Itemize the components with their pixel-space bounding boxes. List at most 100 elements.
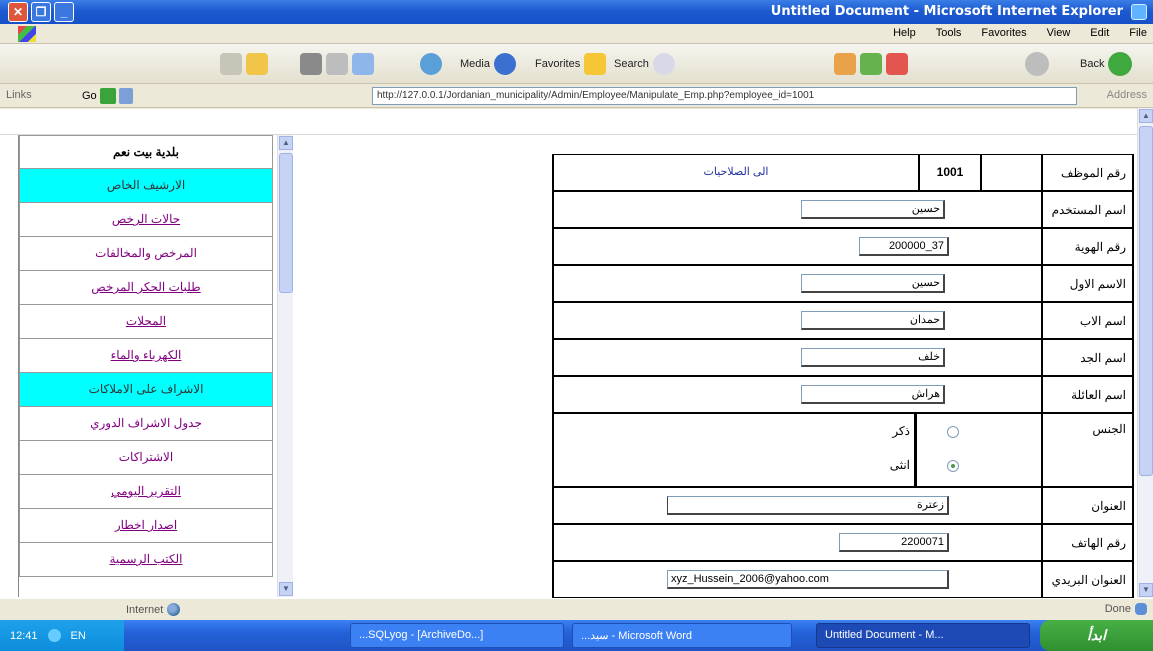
mail-icon[interactable] <box>352 53 374 75</box>
taskbar-button-word[interactable]: ...سيد - Microsoft Word <box>572 623 792 648</box>
row-employee-id: رقم الموظف الى الصلاحيات 1001 <box>552 154 1134 191</box>
media-label[interactable]: Media <box>460 58 490 70</box>
sidebar-scrollbar[interactable]: ▲ ▼ <box>277 135 293 597</box>
family-name-field[interactable]: هراش <box>801 385 945 404</box>
scroll-down-icon[interactable]: ▼ <box>1139 583 1153 597</box>
print-icon[interactable] <box>326 53 348 75</box>
go-label: Go <box>82 90 97 102</box>
address-bar: Links Go http://127.0.0.1/Jordanian_muni… <box>0 84 1153 108</box>
search-icon[interactable] <box>652 53 675 75</box>
scroll-up-icon[interactable]: ▲ <box>279 136 293 150</box>
username-field[interactable]: حسين <box>801 200 945 219</box>
messenger-icon[interactable] <box>220 53 242 75</box>
first-name-field[interactable]: حسين <box>801 274 945 293</box>
sidebar-item-daily-report[interactable]: التقرير اليومي <box>19 475 273 509</box>
email-field[interactable]: xyz_Hussein_2006@yahoo.com <box>667 570 949 589</box>
menu-edit[interactable]: Edit <box>1090 27 1109 39</box>
sidebar-item-license-cases[interactable]: حالات الرخص <box>19 203 273 237</box>
scroll-up-icon[interactable]: ▲ <box>1139 109 1153 123</box>
first-name-label: الاسم الاول <box>1042 265 1134 302</box>
sidebar-section-archive: الارشيف الخاص <box>19 169 273 203</box>
search-label[interactable]: Search <box>614 58 649 70</box>
permissions-link[interactable]: الى الصلاحيات <box>554 155 920 190</box>
sidebar-item-electricity-water[interactable]: الكهرباء والماء <box>19 339 273 373</box>
row-gender: الجنس ذكر انثى <box>552 413 1134 487</box>
ie-window: ✕ ❐ _ Untitled Document - Microsoft Inte… <box>0 0 1153 651</box>
favorites-label[interactable]: Favorites <box>535 58 580 70</box>
scroll-down-icon[interactable]: ▼ <box>279 582 293 596</box>
sidebar-item-issue-notice[interactable]: اصدار اخطار <box>19 509 273 543</box>
page-content: بلدية بيت نعم الارشيف الخاص حالات الرخص … <box>0 109 1153 619</box>
home-icon[interactable] <box>834 53 856 75</box>
menu-file[interactable]: File <box>1129 27 1147 39</box>
sidebar-item-periodic-schedule[interactable]: جدول الاشراف الدوري <box>19 407 273 441</box>
edit-icon[interactable] <box>300 53 322 75</box>
menu-tools[interactable]: Tools <box>936 27 962 39</box>
row-father-name: اسم الاب حمدان <box>552 302 1134 339</box>
phone-field[interactable]: 2200071 <box>839 533 949 552</box>
menu-favorites[interactable]: Favorites <box>981 27 1026 39</box>
page-scrollbar[interactable]: ▲ ▼ <box>1137 108 1153 598</box>
clock[interactable]: 12:41 <box>10 630 38 642</box>
row-grandfather-name: اسم الجد خلف <box>552 339 1134 376</box>
taskbar: 12:41 EN ...SQLyog - [ArchiveDo...] ...س… <box>0 620 1153 651</box>
row-address: العنوان زعترة <box>552 487 1134 524</box>
sidebar-nav: بلدية بيت نعم الارشيف الخاص حالات الرخص … <box>18 135 273 597</box>
media-icon[interactable] <box>493 53 516 75</box>
gender-female-radio[interactable] <box>947 460 959 472</box>
sidebar-section-supervision: الاشراف على الاملاكات <box>19 373 273 407</box>
address-field-label: العنوان <box>1042 487 1134 524</box>
sidebar-item-subscriptions[interactable]: الاشتراكات <box>19 441 273 475</box>
chevron-down-icon[interactable] <box>118 88 133 104</box>
row-id-number: رقم الهوية 200000_37 <box>552 228 1134 265</box>
minimize-button[interactable]: _ <box>54 2 74 22</box>
history-icon[interactable] <box>420 53 442 75</box>
email-label: العنوان البريدي <box>1042 561 1134 598</box>
gender-female-label: انثى <box>889 458 910 472</box>
row-phone: رقم الهاتف 2200071 <box>552 524 1134 561</box>
start-button[interactable]: ابدأ <box>1040 620 1153 651</box>
menu-help[interactable]: Help <box>893 27 916 39</box>
taskbar-button-sqlyog[interactable]: ...SQLyog - [ArchiveDo...] <box>350 623 564 648</box>
page-icon <box>1135 603 1147 615</box>
refresh-icon[interactable] <box>860 53 882 75</box>
sidebar-item-licenses-violations[interactable]: المرخص والمخالفات <box>19 237 273 271</box>
menu-view[interactable]: View <box>1047 27 1071 39</box>
go-arrow-icon <box>99 88 116 104</box>
title-bar: ✕ ❐ _ Untitled Document - Microsoft Inte… <box>0 0 1153 24</box>
status-bar: Internet Done <box>0 598 1153 620</box>
language-indicator[interactable]: EN <box>71 630 86 642</box>
grandfather-name-label: اسم الجد <box>1042 339 1134 376</box>
restore-button[interactable]: ❐ <box>31 2 51 22</box>
father-name-field[interactable]: حمدان <box>801 311 945 330</box>
sidebar-item-official-letters[interactable]: الكتب الرسمية <box>19 543 273 577</box>
sidebar-item-license-requests[interactable]: طلبات الحكر المرخص <box>19 271 273 305</box>
grandfather-name-field[interactable]: خلف <box>801 348 945 367</box>
taskbar-button-ie[interactable]: Untitled Document - M... <box>816 623 1030 648</box>
close-button[interactable]: ✕ <box>8 2 28 22</box>
network-icon[interactable] <box>47 629 61 642</box>
sidebar-item-shops[interactable]: المحلات <box>19 305 273 339</box>
row-email: العنوان البريدي xyz_Hussein_2006@yahoo.c… <box>552 561 1134 598</box>
stop-icon[interactable] <box>886 53 908 75</box>
globe-icon <box>167 603 181 616</box>
address-field[interactable]: زعترة <box>667 496 949 515</box>
row-username: اسم المستخدم حسين <box>552 191 1134 228</box>
go-button[interactable]: Go <box>82 88 133 104</box>
scroll-thumb[interactable] <box>1139 126 1153 476</box>
folder-icon[interactable] <box>246 53 268 75</box>
favorites-star-icon[interactable] <box>584 53 607 75</box>
gender-label: الجنس <box>1042 413 1134 487</box>
employee-id-label: رقم الموظف <box>1042 154 1134 191</box>
url-field[interactable]: http://127.0.0.1/Jordanian_municipality/… <box>372 87 1077 105</box>
id-number-field[interactable]: 200000_37 <box>859 237 949 256</box>
gender-male-radio[interactable] <box>947 426 959 438</box>
forward-icon[interactable] <box>1025 52 1049 76</box>
links-label[interactable]: Links <box>6 89 32 101</box>
sidebar-title: بلدية بيت نعم <box>19 135 273 169</box>
windows-logo-icon <box>18 26 36 42</box>
scroll-thumb[interactable] <box>279 153 293 293</box>
back-arrow-icon[interactable] <box>1108 52 1133 76</box>
back-label[interactable]: Back <box>1080 58 1104 70</box>
address-label: Address <box>1106 89 1147 101</box>
